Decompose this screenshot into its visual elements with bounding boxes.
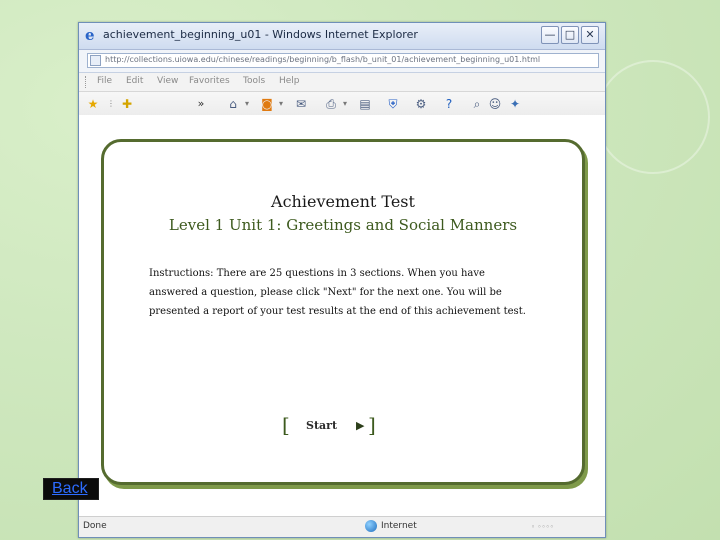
print-dropdown-icon[interactable]: ▾ <box>341 96 349 112</box>
menu-view[interactable]: View <box>157 76 178 86</box>
ie-logo-icon: e <box>85 26 95 44</box>
more-chevron-icon[interactable]: » <box>197 96 205 112</box>
star-icon[interactable]: ★ <box>85 96 101 112</box>
command-toolbar: ★ ⋮ ✚ » ⌂ ▾ ◙ ▾ ✉ ⎙ ▾ ▤ ⛨ ⚙ ? ⌕ ☺ ✦ <box>79 92 605 117</box>
title-bar: e achievement_beginning_u01 - Windows In… <box>79 23 605 50</box>
menu-edit[interactable]: Edit <box>126 76 143 86</box>
window-title: achievement_beginning_u01 - Windows Inte… <box>103 28 418 41</box>
mail-icon[interactable]: ✉ <box>293 96 309 112</box>
address-field[interactable]: http://collections.uiowa.edu/chinese/rea… <box>87 53 599 68</box>
page-icon[interactable]: ▤ <box>357 96 373 112</box>
start-button[interactable]: [ Start ▶ ] <box>282 414 382 438</box>
toolbar-grip-icon: ⋮ <box>107 99 115 108</box>
background-leaf-decoration <box>6 8 66 48</box>
start-bracket-left: [ <box>282 413 290 437</box>
address-bar: http://collections.uiowa.edu/chinese/rea… <box>79 50 605 73</box>
menu-favorites[interactable]: Favorites <box>189 76 230 86</box>
back-link[interactable]: Back <box>43 478 99 500</box>
tools-icon[interactable]: ⚙ <box>413 96 429 112</box>
messenger-icon[interactable]: ☺ <box>487 96 503 112</box>
address-url: http://collections.uiowa.edu/chinese/rea… <box>105 55 541 64</box>
background-ring-decoration <box>596 60 710 174</box>
research-icon[interactable]: ⌕ <box>469 96 485 112</box>
menu-help[interactable]: Help <box>279 76 300 86</box>
play-arrow-icon: ▶ <box>356 419 365 432</box>
bluetooth-icon[interactable]: ✦ <box>507 96 523 112</box>
test-subtitle: Level 1 Unit 1: Greetings and Social Man… <box>168 216 518 234</box>
feeds-dropdown-icon[interactable]: ▾ <box>277 96 285 112</box>
menu-grip-icon <box>85 76 88 88</box>
menu-tools[interactable]: Tools <box>243 76 265 86</box>
home-icon[interactable]: ⌂ <box>225 96 241 112</box>
menu-bar: File Edit View Favorites Tools Help <box>79 73 605 92</box>
add-favorites-icon[interactable]: ✚ <box>119 96 135 112</box>
minimize-button[interactable]: — <box>541 26 559 44</box>
home-dropdown-icon[interactable]: ▾ <box>243 96 251 112</box>
page-content: Achievement Test Level 1 Unit 1: Greetin… <box>79 115 605 517</box>
page-favicon-icon <box>90 55 101 66</box>
security-zone[interactable]: Internet <box>381 521 417 531</box>
status-bar: Done Internet ◦ ◦◦◦◦ <box>79 516 605 537</box>
menu-file[interactable]: File <box>97 76 112 86</box>
start-label: Start <box>306 419 338 432</box>
start-bracket-right: ] <box>368 413 376 437</box>
feeds-icon[interactable]: ◙ <box>259 96 275 112</box>
internet-zone-icon <box>365 520 377 532</box>
maximize-button[interactable]: □ <box>561 26 579 44</box>
status-text: Done <box>83 521 107 531</box>
help-icon[interactable]: ? <box>441 96 457 112</box>
test-intro-card: Achievement Test Level 1 Unit 1: Greetin… <box>101 139 585 485</box>
print-icon[interactable]: ⎙ <box>323 96 339 112</box>
instructions-text: Instructions: There are 25 questions in … <box>149 268 526 317</box>
browser-window: e achievement_beginning_u01 - Windows In… <box>78 22 606 538</box>
safety-icon[interactable]: ⛨ <box>385 96 401 112</box>
test-title: Achievement Test <box>271 192 415 211</box>
close-button[interactable]: ✕ <box>581 26 599 44</box>
zoom-indicator[interactable]: ◦ ◦◦◦◦ <box>531 523 554 531</box>
